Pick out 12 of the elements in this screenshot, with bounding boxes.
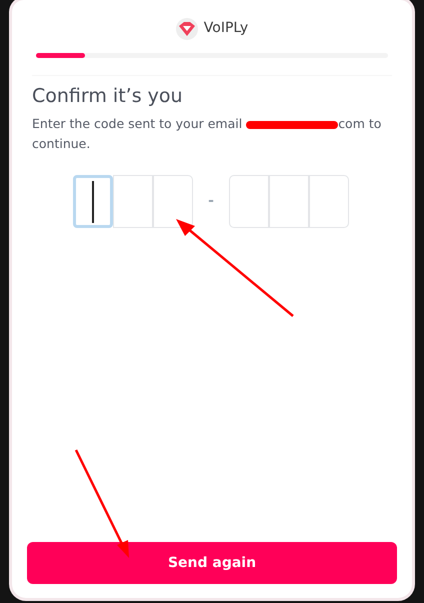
code-digit-field[interactable] [308, 175, 349, 228]
code-digit-field[interactable] [73, 175, 114, 228]
logo-icon [176, 18, 198, 40]
page-title: Confirm it’s you [32, 84, 184, 109]
code-digit-field[interactable] [153, 175, 194, 228]
code-digit-field[interactable] [228, 175, 269, 228]
separator: - [208, 192, 214, 211]
send-again-button[interactable]: Send again [27, 542, 397, 584]
code-digit-field[interactable] [113, 175, 154, 228]
code-digit-field[interactable] [268, 175, 309, 228]
brand-name: VoIPLy [204, 19, 248, 38]
instruction-text: Enter the code sent to your email com to continue. [32, 115, 382, 153]
